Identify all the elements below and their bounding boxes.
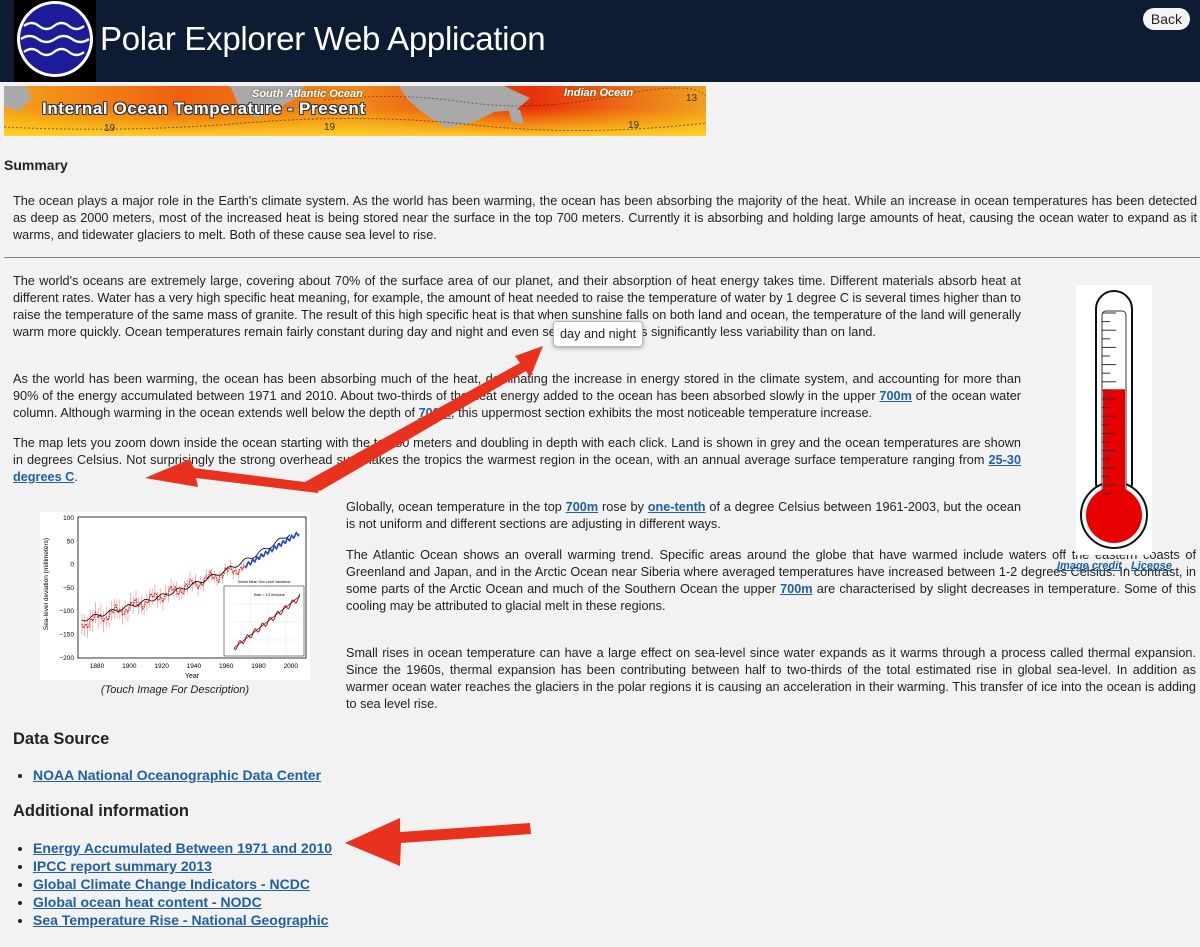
sea-level-chart: 100 50 0 −50 −100 −150 −200 1880 1900 1920 1940 19…: [43, 515, 307, 680]
x-tick-label: 1920: [154, 663, 169, 670]
y-tick-label: 0: [70, 562, 74, 569]
y-tick-label: 100: [63, 515, 74, 522]
link-700m[interactable]: 700m: [419, 406, 451, 420]
y-tick-label: −100: [59, 608, 74, 615]
chart-caption: (Touch Image For Description): [100, 684, 250, 696]
app-title: Polar Explorer Web Application: [100, 20, 546, 57]
list-item: Global Climate Change Indicators - NCDC: [33, 875, 332, 893]
x-tick-label: 1900: [122, 663, 137, 670]
link-700m[interactable]: 700m: [566, 500, 598, 514]
paragraph-warming: As the world has been warming, the ocean…: [13, 372, 1021, 420]
logo-container: [14, 0, 96, 82]
thermometer-icon: [1080, 290, 1148, 549]
link-nodc-heat-content[interactable]: Global ocean heat content - NODC: [33, 894, 262, 910]
waves-logo-icon: [17, 1, 93, 77]
data-source-list: NOAA National Oceanographic Data Center: [13, 766, 321, 784]
banner-contour-label: 19: [324, 122, 336, 133]
back-button[interactable]: Back: [1142, 8, 1190, 30]
image-credit-link[interactable]: Image credit: [1057, 560, 1122, 572]
x-tick-label: 1980: [251, 663, 266, 670]
link-700m[interactable]: 700m: [879, 389, 911, 403]
definition-tooltip: day and night: [553, 321, 644, 347]
link-ipcc-summary[interactable]: IPCC report summary 2013: [33, 858, 212, 874]
paragraph-map: The map lets you zoom down inside the oc…: [13, 436, 1021, 484]
x-tick-label: 1940: [187, 663, 202, 670]
y-tick-label: −200: [59, 655, 74, 662]
paragraph-specific-heat: The world's oceans are extremely large, …: [13, 274, 1021, 339]
y-tick-label: −50: [63, 585, 74, 592]
license-link[interactable]: License: [1131, 560, 1172, 572]
list-item: IPCC report summary 2013: [33, 857, 332, 875]
paragraph-sea-level: Small rises in ocean temperature can hav…: [346, 646, 1196, 711]
banner-contour-label: 19: [628, 120, 640, 131]
list-item: NOAA National Oceanographic Data Center: [33, 766, 321, 784]
summary-text: The ocean plays a major role in the Eart…: [13, 194, 1197, 242]
paragraph-atlantic: The Atlantic Ocean shows an overall warm…: [346, 548, 1196, 613]
red-arrow-icon: [345, 818, 531, 866]
app-header: Polar Explorer Web Application Back: [0, 0, 1200, 82]
link-noaa-nodc[interactable]: NOAA National Oceanographic Data Center: [33, 767, 321, 783]
banner-title: Internal Ocean Temperature - Present: [42, 99, 366, 118]
inset-note: Rate = 3.3 mm/year: [254, 593, 286, 597]
summary-heading: Summary: [4, 157, 68, 173]
link-natgeo-sea-temp[interactable]: Sea Temperature Rise - National Geograph…: [33, 912, 328, 928]
x-tick-label: 1880: [90, 663, 105, 670]
additional-info-heading: Additional information: [13, 802, 189, 820]
paragraph-global-temperature: Globally, ocean temperature in the top 7…: [346, 500, 1021, 531]
divider: [4, 257, 1200, 258]
x-tick-label: 1960: [219, 663, 234, 670]
banner-indian-ocean-label: Indian Ocean: [564, 87, 634, 99]
banner-contour-label: 13: [686, 93, 698, 104]
thermometer-mercury: [1103, 389, 1125, 517]
link-one-tenth[interactable]: one-tenth: [648, 500, 706, 514]
chart-ylabel: Sea-level deviation (millimeters): [43, 538, 50, 630]
data-source-heading: Data Source: [13, 730, 110, 748]
link-ncdc-indicators[interactable]: Global Climate Change Indicators - NCDC: [33, 876, 310, 892]
chart-xlabel: Year: [185, 673, 200, 680]
list-item: Sea Temperature Rise - National Geograph…: [33, 911, 332, 929]
link-energy-accumulated[interactable]: Energy Accumulated Between 1971 and 2010: [33, 840, 332, 856]
link-700m[interactable]: 700m: [780, 582, 812, 596]
list-item: Energy Accumulated Between 1971 and 2010: [33, 839, 332, 857]
inset-title: Global Mean Sea Level Variations: [238, 580, 291, 584]
thermometer-image[interactable]: [1076, 285, 1152, 555]
y-tick-label: −150: [59, 632, 74, 639]
ocean-temperature-banner: South Atlantic Ocean Indian Ocean 19 19 …: [4, 86, 706, 136]
additional-info-list: Energy Accumulated Between 1971 and 2010…: [13, 839, 332, 929]
sea-level-chart-image[interactable]: 100 50 0 −50 −100 −150 −200 1880 1900 1920 1940 19…: [40, 512, 310, 680]
y-tick-label: 50: [67, 538, 75, 545]
list-item: Global ocean heat content - NODC: [33, 893, 332, 911]
x-tick-label: 2000: [284, 663, 299, 670]
image-credit: Image credit , License: [1057, 560, 1172, 572]
banner-contour-label: 19: [104, 123, 116, 134]
